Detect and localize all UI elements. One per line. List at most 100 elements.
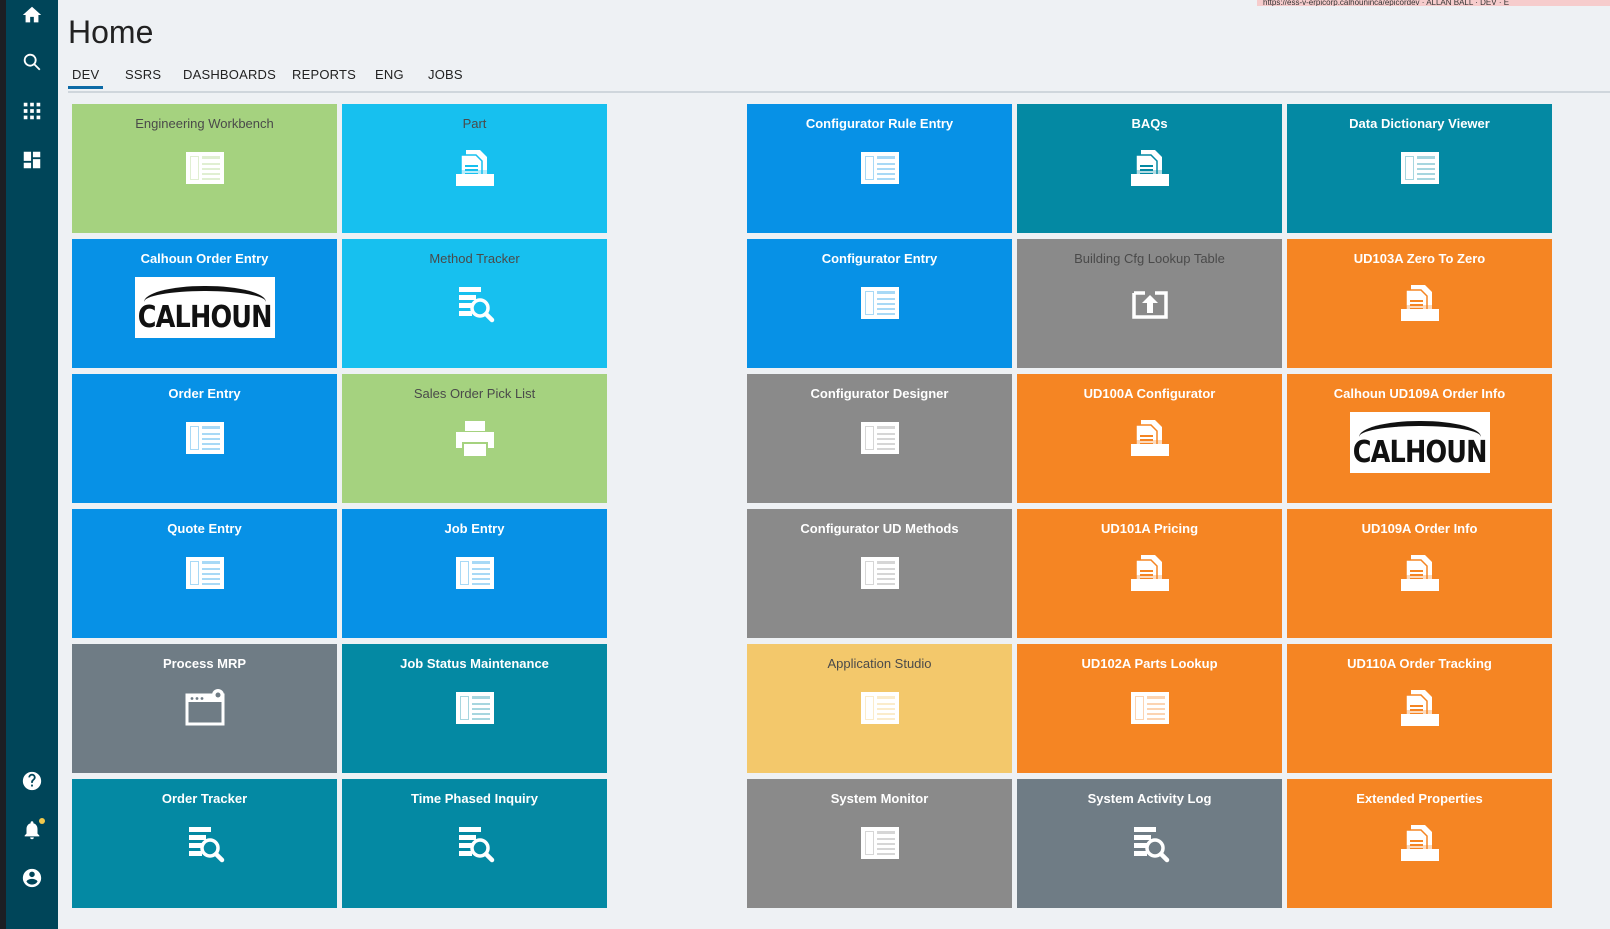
tile-part[interactable]: Part [342, 104, 607, 233]
tile-sales-order-pick-list[interactable]: Sales Order Pick List [342, 374, 607, 503]
form-icon [857, 553, 903, 593]
tile-ud110a-order-tracking[interactable]: UD110A Order Tracking [1287, 644, 1552, 773]
calhoun-logo: CALHOUN [1349, 412, 1490, 473]
tile-system-monitor[interactable]: System Monitor [747, 779, 1012, 908]
tile-configurator-entry[interactable]: Configurator Entry [747, 239, 1012, 368]
search-icon[interactable] [19, 49, 45, 75]
tile-time-phased-inquiry[interactable]: Time Phased Inquiry [342, 779, 607, 908]
form-icon [1397, 148, 1443, 188]
tile-label: Extended Properties [1356, 791, 1483, 806]
tile-calhoun-ud109a-order-info[interactable]: Calhoun UD109A Order Info CALHOUN [1287, 374, 1552, 503]
document-icon [1397, 283, 1443, 323]
tile-label: Configurator Designer [810, 386, 949, 401]
tile-label: Configurator UD Methods [800, 521, 959, 536]
tile-quote-entry[interactable]: Quote Entry [72, 509, 337, 638]
search-list-icon [452, 283, 498, 323]
tile-label: Quote Entry [167, 521, 242, 536]
tile-label: Part [462, 116, 487, 131]
tab-dashboards[interactable]: DASHBOARDS [179, 67, 280, 89]
tile-extended-properties[interactable]: Extended Properties [1287, 779, 1552, 908]
notification-bell-icon[interactable] [19, 817, 45, 843]
tile-job-entry[interactable]: Job Entry [342, 509, 607, 638]
form-icon [857, 148, 903, 188]
tile-label: Order Entry [168, 386, 241, 401]
tab-dev[interactable]: DEV [68, 67, 104, 89]
tile-process-mrp[interactable]: Process MRP [72, 644, 337, 773]
tile-ud109a-order-info[interactable]: UD109A Order Info [1287, 509, 1552, 638]
tile-label: UD102A Parts Lookup [1081, 656, 1218, 671]
tile-calhoun-order-entry[interactable]: Calhoun Order Entry CALHOUN [72, 239, 337, 368]
form-icon-svg [185, 152, 224, 184]
tile-method-tracker[interactable]: Method Tracker [342, 239, 607, 368]
form-icon-svg [185, 422, 224, 454]
document-icon-svg [1400, 825, 1439, 861]
document-icon-svg [455, 150, 494, 186]
form-icon-svg [1130, 692, 1169, 724]
document-icon-svg [1400, 555, 1439, 591]
tile-data-dictionary-viewer[interactable]: Data Dictionary Viewer [1287, 104, 1552, 233]
tile-ud100a-configurator[interactable]: UD100A Configurator [1017, 374, 1282, 503]
tile-system-activity-log[interactable]: System Activity Log [1017, 779, 1282, 908]
tile-label: BAQs [1131, 116, 1168, 131]
document-icon [1127, 418, 1173, 458]
search-list-icon [452, 823, 498, 863]
form-icon-svg [860, 557, 899, 589]
tile-label: Configurator Entry [821, 251, 938, 266]
document-icon-svg [1400, 285, 1439, 321]
tile-label: System Activity Log [1087, 791, 1212, 806]
tile-engineering-workbench[interactable]: Engineering Workbench [72, 104, 337, 233]
tile-label: UD110A Order Tracking [1347, 656, 1492, 671]
tab-eng[interactable]: ENG [371, 67, 408, 89]
tab-reports[interactable]: REPORTS [288, 67, 360, 89]
dashboard-icon[interactable] [19, 147, 45, 173]
tile-label: Application Studio [827, 656, 932, 671]
tile-label: Process MRP [162, 656, 247, 671]
document-icon [452, 148, 498, 188]
tab-jobs[interactable]: JOBS [424, 67, 467, 89]
help-icon[interactable] [19, 768, 45, 794]
form-icon [452, 553, 498, 593]
user-account-icon[interactable] [19, 865, 45, 891]
tab-ssrs[interactable]: SSRS [121, 67, 165, 89]
document-icon [1127, 148, 1173, 188]
logo-text: CALHOUN [137, 300, 273, 335]
tile-configurator-ud-methods[interactable]: Configurator UD Methods [747, 509, 1012, 638]
apps-grid-icon[interactable] [19, 98, 45, 124]
tile-ud103a-zero-to-zero[interactable]: UD103A Zero To Zero [1287, 239, 1552, 368]
tile-order-entry[interactable]: Order Entry [72, 374, 337, 503]
tile-label: Order Tracker [161, 791, 248, 806]
printer-icon-svg [455, 421, 494, 456]
tile-label: Time Phased Inquiry [411, 791, 538, 806]
tile-configurator-designer[interactable]: Configurator Designer [747, 374, 1012, 503]
document-icon-svg [1130, 150, 1169, 186]
form-icon [182, 148, 228, 188]
form-icon-svg [860, 287, 899, 319]
tile-job-status-maintenance[interactable]: Job Status Maintenance [342, 644, 607, 773]
tile-ud101a-pricing[interactable]: UD101A Pricing [1017, 509, 1282, 638]
logo-text: CALHOUN [1352, 435, 1488, 470]
form-icon [1127, 688, 1173, 728]
form-icon [452, 688, 498, 728]
tile-order-tracker[interactable]: Order Tracker [72, 779, 337, 908]
form-icon-svg [455, 692, 494, 724]
tile-label: Calhoun UD109A Order Info [1333, 386, 1506, 401]
tile-configurator-rule-entry[interactable]: Configurator Rule Entry [747, 104, 1012, 233]
form-icon-svg [860, 827, 899, 859]
tile-application-studio[interactable]: Application Studio [747, 644, 1012, 773]
document-icon-svg [1130, 420, 1169, 456]
tile-label: Engineering Workbench [135, 116, 274, 131]
form-icon-svg [860, 422, 899, 454]
printer-icon [452, 418, 498, 458]
search-list-icon [1127, 823, 1173, 863]
upload-box-icon [1127, 283, 1173, 323]
calhoun-logo: CALHOUN [134, 277, 275, 338]
tile-baqs[interactable]: BAQs [1017, 104, 1282, 233]
tile-building-cfg-lookup-table[interactable]: Building Cfg Lookup Table [1017, 239, 1282, 368]
tile-label: UD100A Configurator [1083, 386, 1216, 401]
upload-box-icon-svg [1131, 291, 1168, 319]
tile-ud102a-parts-lookup[interactable]: UD102A Parts Lookup [1017, 644, 1282, 773]
form-icon-svg [860, 152, 899, 184]
document-icon [1397, 823, 1443, 863]
search-list-icon-svg [1133, 827, 1169, 863]
home-icon[interactable] [19, 2, 45, 28]
